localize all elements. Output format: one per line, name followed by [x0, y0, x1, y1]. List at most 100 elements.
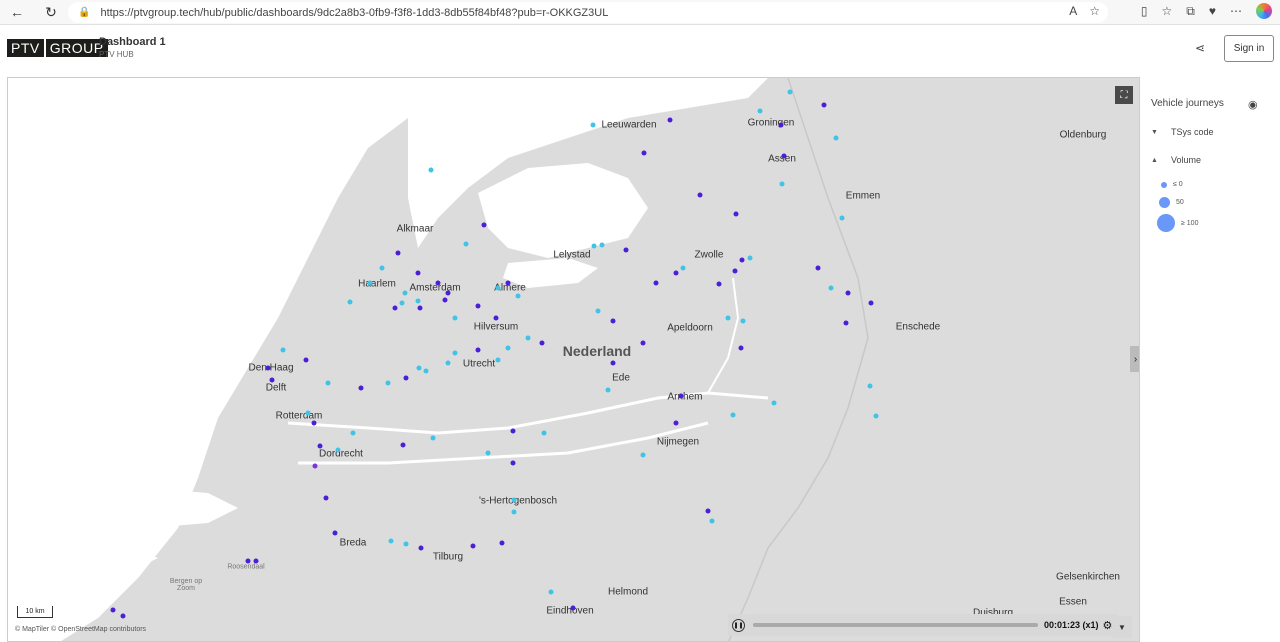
vehicle-journey-dot[interactable]	[110, 607, 116, 613]
vehicle-journey-dot[interactable]	[833, 135, 839, 141]
sign-in-button[interactable]: Sign in	[1224, 35, 1274, 62]
vehicle-journey-dot[interactable]	[610, 360, 616, 366]
vehicle-journey-dot[interactable]	[415, 270, 421, 276]
vehicle-journey-dot[interactable]	[778, 122, 784, 128]
vehicle-journey-dot[interactable]	[653, 280, 659, 286]
vehicle-journey-dot[interactable]	[781, 153, 787, 159]
vehicle-journey-dot[interactable]	[541, 430, 547, 436]
vehicle-journey-dot[interactable]	[828, 285, 834, 291]
vehicle-journey-dot[interactable]	[815, 265, 821, 271]
vehicle-journey-dot[interactable]	[591, 243, 597, 249]
vehicle-journey-dot[interactable]	[120, 613, 126, 619]
split-screen-icon[interactable]: ▯	[1141, 4, 1148, 18]
favorites-icon[interactable]: ☆	[1162, 4, 1173, 18]
vehicle-journey-dot[interactable]	[445, 360, 451, 366]
vehicle-journey-dot[interactable]	[415, 298, 421, 304]
gear-icon[interactable]: ⚙	[1103, 619, 1113, 632]
fullscreen-icon[interactable]: ⛶	[1115, 86, 1133, 104]
vehicle-journey-dot[interactable]	[435, 280, 441, 286]
vehicle-journey-dot[interactable]	[511, 497, 517, 503]
vehicle-journey-dot[interactable]	[312, 463, 318, 469]
vehicle-journey-dot[interactable]	[463, 241, 469, 247]
vehicle-journey-dot[interactable]	[423, 368, 429, 374]
vehicle-journey-dot[interactable]	[325, 380, 331, 386]
back-icon[interactable]: ←	[6, 1, 28, 23]
eye-icon[interactable]: ◉	[1248, 98, 1258, 111]
vehicle-journey-dot[interactable]	[845, 290, 851, 296]
vehicle-journey-dot[interactable]	[680, 265, 686, 271]
vehicle-journey-dot[interactable]	[311, 420, 317, 426]
vehicle-journey-dot[interactable]	[570, 605, 576, 611]
vehicle-journey-dot[interactable]	[269, 377, 275, 383]
vehicle-journey-dot[interactable]	[358, 385, 364, 391]
vehicle-journey-dot[interactable]	[779, 181, 785, 187]
extensions-icon[interactable]: ♥	[1209, 4, 1216, 18]
vehicle-journey-dot[interactable]	[485, 450, 491, 456]
vehicle-journey-dot[interactable]	[417, 305, 423, 311]
vehicle-journey-dot[interactable]	[867, 383, 873, 389]
vehicle-journey-dot[interactable]	[733, 211, 739, 217]
vehicle-journey-dot[interactable]	[673, 420, 679, 426]
vehicle-journey-dot[interactable]	[623, 247, 629, 253]
vehicle-journey-dot[interactable]	[475, 347, 481, 353]
vehicle-journey-dot[interactable]	[705, 508, 711, 514]
vehicle-journey-dot[interactable]	[452, 315, 458, 321]
vehicle-journey-dot[interactable]	[678, 393, 684, 399]
vehicle-journey-dot[interactable]	[403, 375, 409, 381]
vehicle-journey-dot[interactable]	[493, 315, 499, 321]
timeline-slider[interactable]	[753, 623, 1038, 627]
expand-panel-button[interactable]: ›	[1130, 346, 1139, 372]
map-view[interactable]: Nederland Alkmaar Haarlem Amsterdam Alme…	[7, 77, 1140, 642]
vehicle-journey-dot[interactable]	[305, 410, 311, 416]
pause-icon[interactable]: ❚❚	[732, 618, 745, 632]
vehicle-journey-dot[interactable]	[868, 300, 874, 306]
vehicle-journey-dot[interactable]	[821, 102, 827, 108]
vehicle-journey-dot[interactable]	[332, 530, 338, 536]
vehicle-journey-dot[interactable]	[323, 495, 329, 501]
vehicle-journey-dot[interactable]	[385, 380, 391, 386]
vehicle-journey-dot[interactable]	[317, 443, 323, 449]
reload-icon[interactable]: ↻	[40, 1, 62, 23]
vehicle-journey-dot[interactable]	[787, 89, 793, 95]
vehicle-journey-dot[interactable]	[253, 558, 259, 564]
vehicle-journey-dot[interactable]	[716, 281, 722, 287]
favorite-star-icon[interactable]: ☆	[1089, 4, 1100, 18]
more-icon[interactable]: ⋯	[1230, 4, 1242, 18]
address-bar[interactable]: 🔒 https://ptvgroup.tech/hub/public/dashb…	[68, 2, 1108, 23]
vehicle-journey-dot[interactable]	[481, 222, 487, 228]
chevron-down-icon[interactable]: ▼	[1112, 616, 1132, 638]
vehicle-journey-dot[interactable]	[392, 305, 398, 311]
vehicle-journey-dot[interactable]	[265, 365, 271, 371]
vehicle-journey-dot[interactable]	[732, 268, 738, 274]
vehicle-journey-dot[interactable]	[640, 340, 646, 346]
vehicle-journey-dot[interactable]	[511, 509, 517, 515]
vehicle-journey-dot[interactable]	[595, 308, 601, 314]
vehicle-journey-dot[interactable]	[740, 318, 746, 324]
vehicle-journey-dot[interactable]	[730, 412, 736, 418]
vehicle-journey-dot[interactable]	[839, 215, 845, 221]
vehicle-journey-dot[interactable]	[388, 538, 394, 544]
vehicle-journey-dot[interactable]	[757, 108, 763, 114]
read-aloud-icon[interactable]: A	[1069, 4, 1077, 18]
copilot-icon[interactable]	[1256, 3, 1272, 19]
vehicle-journey-dot[interactable]	[416, 365, 422, 371]
vehicle-journey-dot[interactable]	[747, 255, 753, 261]
vehicle-journey-dot[interactable]	[495, 357, 501, 363]
vehicle-journey-dot[interactable]	[418, 545, 424, 551]
vehicle-journey-dot[interactable]	[873, 413, 879, 419]
vehicle-journey-dot[interactable]	[442, 297, 448, 303]
legend-volume-row[interactable]: ▲ Volume	[1151, 155, 1201, 165]
vehicle-journey-dot[interactable]	[640, 452, 646, 458]
vehicle-journey-dot[interactable]	[697, 192, 703, 198]
vehicle-journey-dot[interactable]	[610, 318, 616, 324]
vehicle-journey-dot[interactable]	[525, 335, 531, 341]
vehicle-journey-dot[interactable]	[548, 589, 554, 595]
vehicle-journey-dot[interactable]	[367, 280, 373, 286]
vehicle-journey-dot[interactable]	[452, 350, 458, 356]
vehicle-journey-dot[interactable]	[445, 290, 451, 296]
vehicle-journey-dot[interactable]	[335, 447, 341, 453]
vehicle-journey-dot[interactable]	[245, 558, 251, 564]
vehicle-journey-dot[interactable]	[403, 541, 409, 547]
legend-tsys-row[interactable]: ▼ TSys code	[1151, 127, 1214, 137]
vehicle-journey-dot[interactable]	[599, 242, 605, 248]
